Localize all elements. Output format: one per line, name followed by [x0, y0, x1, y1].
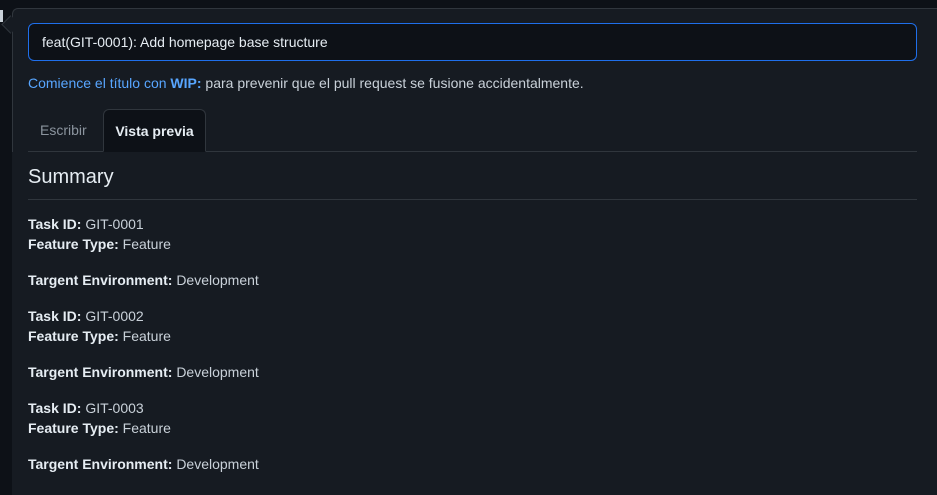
task-id-label: Task ID:: [28, 400, 82, 416]
environment-value: Development: [176, 456, 259, 472]
task-id-label: Task ID:: [28, 216, 82, 232]
feature-type-value: Feature: [122, 420, 171, 436]
left-edge-marker: [0, 10, 3, 22]
task-id-line-2: Task ID: GIT-0002: [28, 308, 144, 324]
tab-write[interactable]: Escribir: [28, 109, 99, 152]
feature-type-line-2: Feature Type: Feature: [28, 328, 171, 344]
task-id-line-3: Task ID: GIT-0003: [28, 400, 144, 416]
wip-keyword: WIP:: [170, 75, 202, 91]
feature-type-label: Feature Type:: [28, 236, 119, 252]
preview-body: [12, 152, 937, 495]
editor-tabs: Escribir Vista previa: [28, 109, 917, 152]
environment-value: Development: [176, 272, 259, 288]
feature-type-line-3: Feature Type: Feature: [28, 420, 171, 436]
pr-title-editor: Comience el título con WIP: para preveni…: [0, 0, 937, 495]
feature-type-value: Feature: [122, 328, 171, 344]
environment-line-2: Targent Environment: Development: [28, 364, 259, 380]
wip-hint-suffix: para prevenir que el pull request se fus…: [205, 75, 584, 91]
feature-type-label: Feature Type:: [28, 420, 119, 436]
task-id-line-1: Task ID: GIT-0001: [28, 216, 144, 232]
task-id-value: GIT-0003: [85, 400, 144, 416]
task-id-value: GIT-0002: [85, 308, 144, 324]
environment-line-1: Targent Environment: Development: [28, 272, 259, 288]
environment-line-3: Targent Environment: Development: [28, 456, 259, 472]
task-id-value: GIT-0001: [85, 216, 144, 232]
environment-value: Development: [176, 364, 259, 380]
feature-type-line-1: Feature Type: Feature: [28, 236, 171, 252]
heading-divider: [28, 199, 917, 200]
task-id-label: Task ID:: [28, 308, 82, 324]
environment-label: Targent Environment:: [28, 364, 173, 380]
feature-type-value: Feature: [122, 236, 171, 252]
pr-title-input[interactable]: [28, 23, 917, 61]
environment-label: Targent Environment:: [28, 272, 173, 288]
environment-label: Targent Environment:: [28, 456, 173, 472]
wip-hint: Comience el título con WIP: para preveni…: [28, 75, 584, 91]
feature-type-label: Feature Type:: [28, 328, 119, 344]
tab-preview[interactable]: Vista previa: [103, 109, 206, 152]
wip-hint-prefix: Comience el título con: [28, 75, 167, 91]
preview-heading: Summary: [28, 166, 114, 188]
